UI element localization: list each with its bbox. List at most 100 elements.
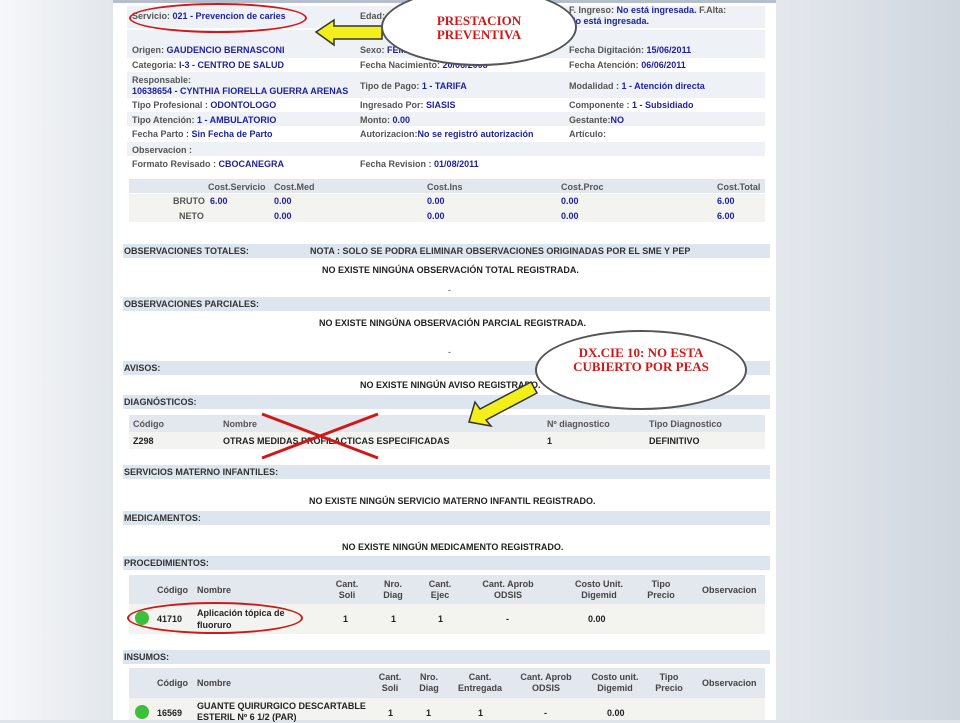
componente-label: Componente :	[569, 100, 630, 110]
section-title: OBSERVACIONES TOTALES:	[124, 246, 249, 256]
proc-nro-diag: 1	[391, 614, 397, 624]
gestante-value: NO	[610, 115, 625, 125]
section-title: AVISOS:	[124, 363, 161, 373]
separator-dash: -	[448, 347, 451, 357]
section-title: PROCEDIMIENTOS:	[124, 558, 209, 568]
modalidad-field: Modalidad : 1 - Atención directa	[569, 81, 705, 91]
ins-cant-aprob: -	[544, 708, 547, 718]
left-slide-margin	[0, 0, 113, 720]
cost-value: 0.00	[427, 196, 445, 206]
tprof-label: Tipo Profesional :	[132, 100, 208, 110]
gestante-field: Gestante:NO	[569, 115, 624, 125]
diag-ndiag: 1	[547, 436, 553, 446]
falta-label: F.Alta:	[699, 5, 727, 15]
diag-col-codigo: Código	[133, 419, 164, 429]
proc-col-nombre: Nombre	[197, 585, 232, 595]
ins-col-observacion: Observacion	[702, 678, 757, 688]
cost-row-label: BRUTO	[173, 196, 205, 206]
proc-col-costo: Costo Unit. Digemid	[575, 579, 623, 600]
proc-cant-soli: 1	[343, 614, 349, 624]
diag-col-tipo: Tipo Diagnostico	[649, 419, 722, 429]
highlight-oval-procedimiento	[127, 602, 303, 634]
proc-col-cant-aprob: Cant. Aprob ODSIS	[482, 579, 534, 600]
ins-col-costo: Costo unit. Digemid	[591, 672, 639, 693]
red-cross-mark	[261, 412, 379, 460]
section-materno-infantil: SERVICIOS MATERNO INFANTILES:	[123, 465, 770, 479]
proc-col-nro-diag: Nro. Diag	[383, 579, 403, 600]
diag-tipo: DEFINITIVO	[649, 436, 700, 446]
ins-costo: 0.00	[607, 708, 625, 718]
fparto-field: Fecha Parto : Sin Fecha de Parto	[132, 129, 273, 139]
taten-label: Tipo Atención:	[132, 115, 195, 125]
componente-value: 1 - Subsidiado	[632, 100, 694, 110]
tprof-field: Tipo Profesional : ODONTOLOGO	[132, 100, 276, 110]
ins-codigo: 16569	[157, 708, 183, 718]
cost-med-header: Cost.Med	[274, 182, 315, 192]
section-title: DIAGNÓSTICOS:	[124, 397, 197, 407]
cost-servicio-header: Cost.Servicio	[208, 182, 266, 192]
section-medicamentos: MEDICAMENTOS:	[123, 511, 770, 525]
cost-value: 0.00	[274, 196, 292, 206]
origen-value: GAUDENCIO BERNASCONI	[166, 45, 285, 55]
cost-ins-header: Cost.Ins	[427, 182, 463, 192]
diag-col-ndiag: Nº diagnostico	[547, 419, 610, 429]
status-green-icon	[135, 705, 149, 719]
ins-col-nro-diag: Nro. Diag	[419, 672, 439, 693]
autoriz-value: No se registró autorización	[417, 129, 534, 139]
monto-value: 0.00	[392, 115, 411, 125]
autoriz-field: Autorizacion:No se registró autorización	[360, 129, 534, 139]
ins-col-cant-entregada: Cant. Entregada	[457, 672, 502, 693]
frev-label: Fecha Revision :	[360, 159, 432, 169]
componente-field: Componente : 1 - Subsidiado	[569, 100, 694, 110]
origen-field: Origen: GAUDENCIO BERNASCONI	[132, 45, 285, 55]
cost-row-label: NETO	[179, 211, 204, 221]
nota-text: NOTA : SOLO SE PODRA ELIMINAR OBSERVACIO…	[310, 246, 691, 256]
cost-value: 0.00	[274, 211, 292, 221]
fdig-value: 15/06/2011	[646, 45, 692, 55]
ins-col-cant-soli: Cant. Soli	[378, 672, 402, 693]
cost-value: 6.00	[717, 211, 735, 221]
frev-field: Fecha Revision : 01/08/2011	[360, 159, 479, 169]
cost-total-header: Cost.Total	[717, 182, 761, 192]
formato-value: CBOCANEGRA	[218, 159, 285, 169]
highlight-oval-servicio	[129, 3, 307, 33]
faten-label: Fecha Atención:	[569, 60, 639, 70]
section-procedimientos: PROCEDIMIENTOS:	[123, 556, 770, 570]
right-slide-margin	[776, 0, 960, 720]
section-title: MEDICAMENTOS:	[124, 513, 201, 523]
proc-cant-ejec: 1	[438, 614, 444, 624]
empty-message: NO EXISTE NINGÚN SERVICIO MATERNO INFANT…	[309, 496, 596, 506]
responsable-label: Responsable:	[132, 75, 192, 85]
cost-value: 0.00	[561, 196, 579, 206]
origen-label: Origen:	[132, 45, 165, 55]
proc-col-cant-soli: Cant. Soli	[335, 579, 359, 600]
fparto-label: Fecha Parto :	[132, 129, 190, 139]
modalidad-label: Modalidad :	[569, 81, 619, 91]
yellow-arrow-icon	[314, 18, 383, 47]
empty-message: NO EXISTE NINGÚN MEDICAMENTO REGISTRADO.	[342, 542, 564, 552]
falta-value: No está ingresada.	[569, 16, 650, 26]
costs-row	[129, 208, 765, 222]
fingreso-field: F. Ingreso: No está ingresada. F.Alta:	[569, 5, 726, 15]
ins-cant-soli: 1	[388, 708, 394, 718]
section-observaciones-parciales: OBSERVACIONES PARCIALES:	[123, 297, 770, 311]
monto-label: Monto:	[360, 115, 390, 125]
observacion-label: Observacion :	[132, 145, 193, 155]
ins-cant-entregada: 1	[478, 708, 484, 718]
ins-col-nombre: Nombre	[197, 678, 232, 688]
proc-col-observacion: Observacion	[702, 585, 757, 595]
empty-message: NO EXISTE NINGÚNA OBSERVACIÓN PARCIAL RE…	[319, 318, 587, 328]
yellow-arrow-icon	[468, 380, 539, 428]
section-title: INSUMOS:	[124, 652, 169, 662]
frev-value: 01/08/2011	[434, 159, 479, 169]
fnac-label: Fecha Nacimiento:	[360, 60, 441, 70]
proc-col-tipo-precio: Tipo Precio	[647, 579, 675, 600]
cost-value: 6.00	[717, 196, 735, 206]
gestante-label: Gestante:	[569, 115, 611, 125]
fdig-field: Fecha Digitación: 15/06/2011	[569, 45, 691, 55]
articulo-label: Artículo:	[569, 129, 606, 139]
section-observaciones-totales: OBSERVACIONES TOTALES: NOTA : SOLO SE PO…	[123, 244, 770, 258]
faten-field: Fecha Atención: 06/06/2011	[569, 60, 686, 70]
ingpor-field: Ingresado Por: SIASIS	[360, 100, 456, 110]
taten-field: Tipo Atención: 1 - AMBULATORIO	[132, 115, 276, 125]
